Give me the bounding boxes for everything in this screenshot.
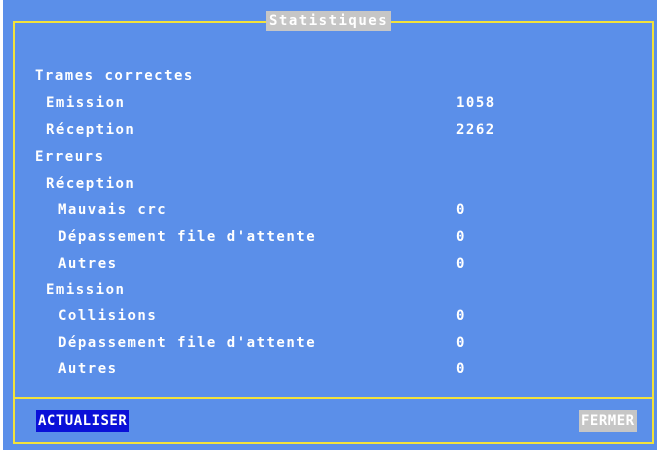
emission-autres-label: Autres bbox=[58, 361, 118, 377]
trames-emission-value: 1058 bbox=[456, 95, 496, 111]
trames-emission-label: Emission bbox=[46, 95, 126, 111]
button-bar-divider bbox=[13, 397, 654, 399]
erreurs-emission-label: Emission bbox=[46, 282, 126, 298]
section-erreurs: Erreurs bbox=[35, 149, 105, 165]
erreurs-reception-label: Réception bbox=[46, 176, 136, 192]
screen: Statistiques Trames correctes Emission 1… bbox=[0, 0, 659, 452]
emission-depassement-label: Dépassement file d'attente bbox=[58, 335, 317, 351]
emission-depassement-value: 0 bbox=[456, 335, 466, 351]
trames-reception-label: Réception bbox=[46, 122, 136, 138]
trames-reception-value: 2262 bbox=[456, 122, 496, 138]
statistics-dialog: Statistiques Trames correctes Emission 1… bbox=[3, 0, 657, 450]
section-trames-correctes: Trames correctes bbox=[35, 68, 194, 84]
mauvais-crc-label: Mauvais crc bbox=[58, 202, 168, 218]
emission-autres-value: 0 bbox=[456, 361, 466, 377]
reception-depassement-value: 0 bbox=[456, 229, 466, 245]
reception-depassement-label: Dépassement file d'attente bbox=[58, 229, 317, 245]
actualiser-button[interactable]: ACTUALISER bbox=[36, 410, 130, 432]
mauvais-crc-value: 0 bbox=[456, 202, 466, 218]
dialog-title: Statistiques bbox=[266, 11, 392, 31]
fermer-button[interactable]: FERMER bbox=[579, 410, 637, 432]
reception-autres-label: Autres bbox=[58, 256, 118, 272]
reception-autres-value: 0 bbox=[456, 256, 466, 272]
collisions-label: Collisions bbox=[58, 308, 158, 324]
collisions-value: 0 bbox=[456, 308, 466, 324]
